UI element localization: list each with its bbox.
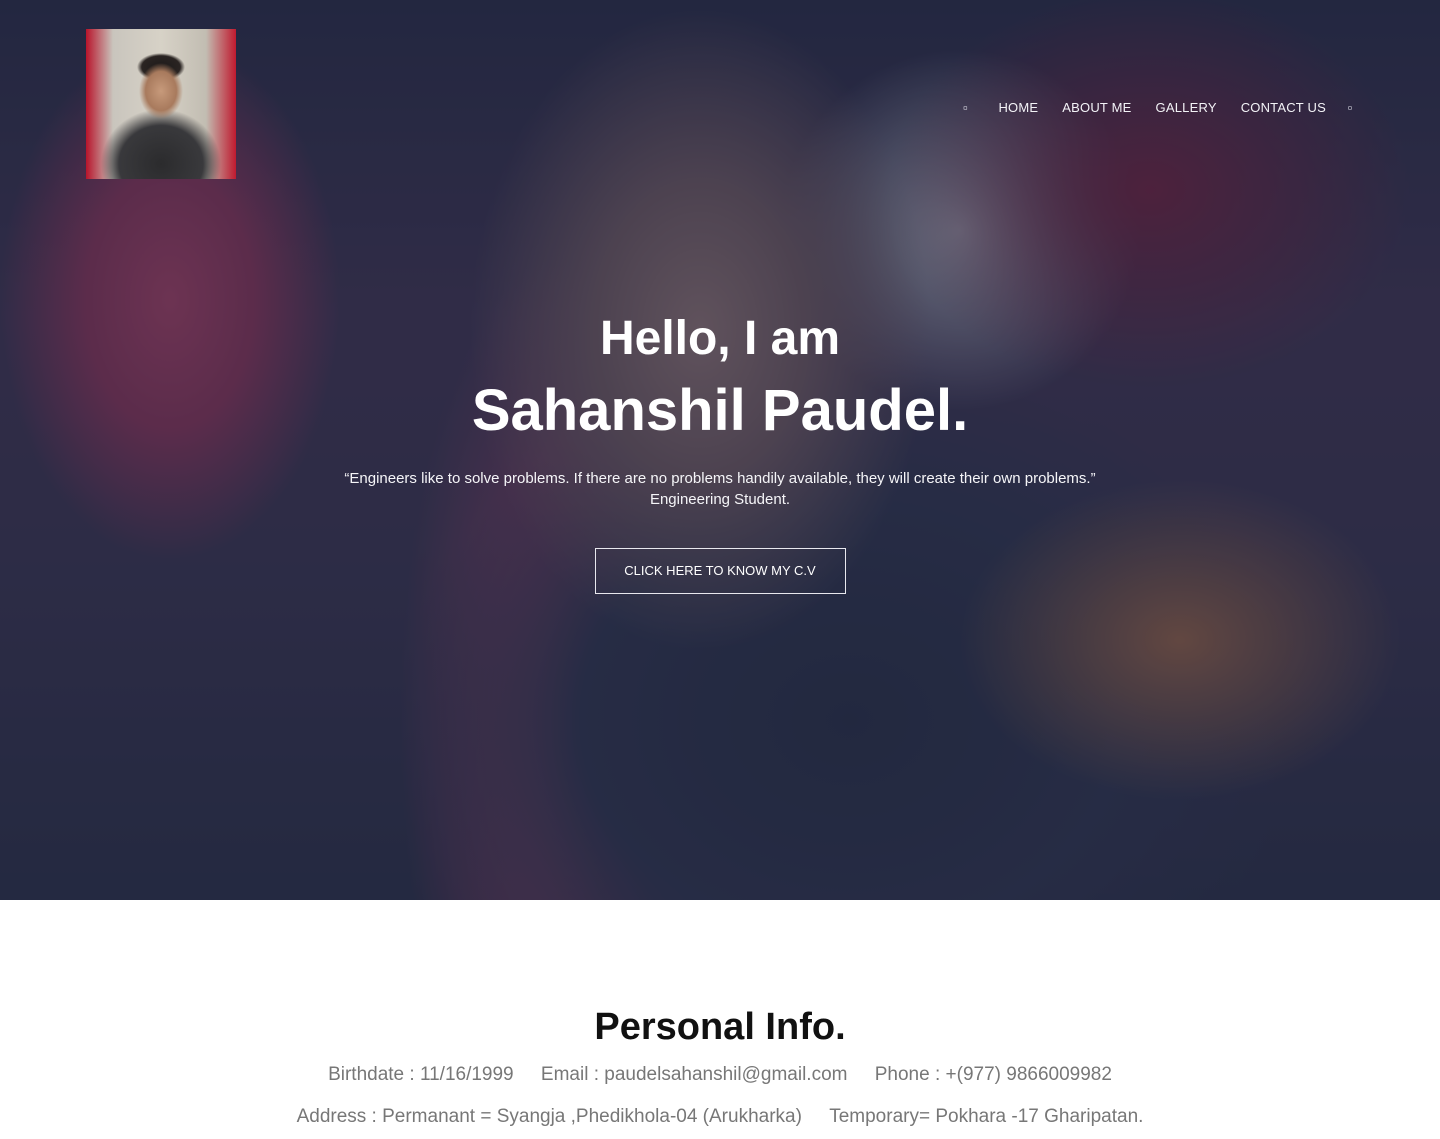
personal-info-row-1: Birthdate : 11/16/1999 Email : paudelsah… (0, 1064, 1440, 1086)
search-icon[interactable]: ▫ (955, 100, 975, 115)
hero-section: ▫ Home About me Gallery Contact Us ▫ Hel… (0, 0, 1440, 900)
birthdate-text: Birthdate : 11/16/1999 (328, 1064, 514, 1085)
main-nav: ▫ Home About me Gallery Contact Us ▫ (955, 97, 1440, 117)
hero-quote: “Engineers like to solve problems. If th… (344, 470, 1096, 508)
nav-contact-us[interactable]: Contact Us (1241, 100, 1326, 115)
personal-info-row-2: Address : Permanant = Syangja ,Phedikhol… (0, 1106, 1440, 1128)
hero-content: Hello, I am Sahanshil Paudel. “Engineers… (0, 310, 1440, 594)
hero-name: Sahanshil Paudel. (471, 378, 969, 443)
nav-gallery[interactable]: Gallery (1156, 100, 1217, 115)
phone-text: Phone : +(977) 9866009982 (874, 1064, 1112, 1085)
personal-info-title: Personal Info. (594, 1006, 846, 1048)
personal-info-section: Personal Info. Birthdate : 11/16/1999 Em… (0, 900, 1440, 1139)
hero-greeting: Hello, I am (599, 312, 841, 365)
nav-about-me[interactable]: About me (1062, 100, 1131, 115)
permanent-address-text: Address : Permanant = Syangja ,Phedikhol… (296, 1106, 802, 1127)
nav-home[interactable]: Home (998, 100, 1038, 115)
temporary-address-text: Temporary= Pokhara -17 Gharipatan. (829, 1106, 1144, 1127)
profile-logo-photo[interactable] (86, 29, 236, 179)
menu-icon[interactable]: ▫ (1340, 100, 1360, 115)
cv-button[interactable]: click here to know my C.V (594, 548, 846, 594)
email-text: Email : paudelsahanshil@gmail.com (540, 1064, 848, 1085)
